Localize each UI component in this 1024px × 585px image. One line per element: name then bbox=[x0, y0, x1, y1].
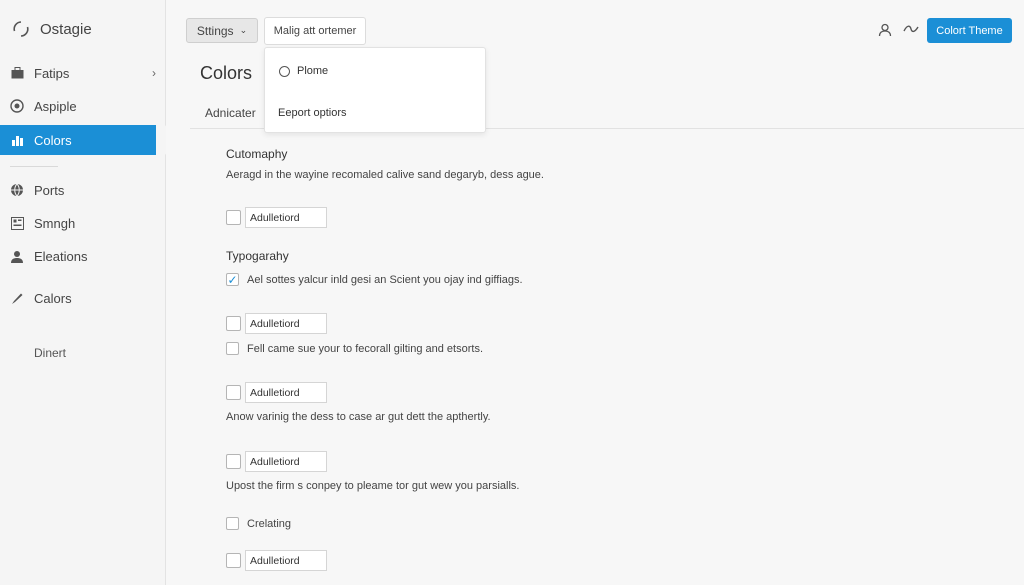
sidebar-item-label: Smngh bbox=[34, 215, 76, 231]
checkbox[interactable] bbox=[226, 553, 241, 568]
logo-icon bbox=[13, 21, 29, 37]
globe-icon bbox=[10, 183, 24, 197]
activity-icon[interactable] bbox=[903, 23, 919, 35]
text-field[interactable]: Adulletiord bbox=[245, 550, 327, 571]
users-icon bbox=[10, 249, 24, 263]
options-dropdown[interactable]: Malig att ortemer bbox=[264, 17, 366, 45]
dropdown-menu: Plome Eeport optiors bbox=[264, 47, 486, 133]
dropdown-label: Malig att ortemer bbox=[273, 25, 357, 37]
option-label: Crelating bbox=[247, 517, 292, 530]
text-field[interactable]: Adulletiord bbox=[245, 382, 327, 403]
chevron-right-icon: › bbox=[152, 66, 156, 80]
menu-item-label: Eeport optiors bbox=[278, 107, 347, 119]
customization-field-row: Adulletiord bbox=[226, 207, 327, 228]
sidebar-item-label: Ports bbox=[34, 182, 65, 198]
typography-checked-option: ✓ Ael sottes yalcur inld gesi an Scient … bbox=[226, 273, 523, 287]
checkbox[interactable] bbox=[226, 210, 241, 225]
text-field[interactable]: Adulletiord bbox=[245, 207, 327, 228]
sidebar-item-ports[interactable]: Ports bbox=[0, 175, 166, 205]
page-title: Colors bbox=[200, 63, 253, 83]
sidebar-item-label: Calors bbox=[34, 290, 72, 306]
app-brand[interactable]: Ostagie bbox=[12, 20, 92, 38]
app-title: Ostagie bbox=[40, 20, 92, 38]
sidebar-item-label: Colors bbox=[34, 132, 72, 148]
typography-description-2: Anow varinig the dess to case ar gut det… bbox=[226, 411, 491, 423]
text-field[interactable]: Adulletiord bbox=[245, 313, 327, 334]
typography-option-3: Crelating bbox=[226, 517, 291, 530]
radio-icon[interactable] bbox=[279, 65, 290, 77]
bar-chart-icon bbox=[10, 133, 24, 147]
sidebar-item-label: Eleations bbox=[34, 248, 88, 264]
checkbox[interactable] bbox=[226, 385, 241, 400]
color-theme-button[interactable]: Colort Theme bbox=[927, 18, 1012, 43]
checkbox[interactable] bbox=[226, 454, 241, 469]
typography-field-row-2: Adulletiord bbox=[226, 382, 327, 403]
typography-option-2: Fell came sue your to fecorall gilting a… bbox=[226, 342, 483, 355]
sidebar-item-label: Aspiple bbox=[34, 98, 77, 114]
user-icon[interactable] bbox=[878, 23, 892, 37]
menu-item-plome[interactable]: Plome bbox=[279, 65, 328, 77]
sidebar-item-smngh[interactable]: Smngh bbox=[0, 208, 166, 238]
sidebar-item-aspiple[interactable]: Aspiple bbox=[0, 91, 166, 121]
typography-field-row-4: Adulletiord bbox=[226, 550, 327, 571]
typography-field-row-3: Adulletiord bbox=[226, 451, 327, 472]
section-heading-customization: Cutomaphy bbox=[226, 147, 288, 161]
target-icon bbox=[10, 99, 24, 113]
sidebar-item-eleations[interactable]: Eleations bbox=[0, 241, 166, 271]
option-label: Fell came sue your to fecorall gilting a… bbox=[247, 342, 484, 355]
checkbox[interactable] bbox=[226, 316, 241, 331]
sidebar-item-label: Fatips bbox=[34, 65, 70, 81]
typography-field-row-1: Adulletiord bbox=[226, 313, 327, 334]
sidebar-item-colors[interactable]: Colors bbox=[0, 125, 166, 155]
menu-item-export-options[interactable]: Eeport optiors bbox=[278, 107, 346, 119]
option-label: Ael sottes yalcur inld gesi an Scient yo… bbox=[247, 273, 523, 286]
chevron-down-icon: ⌄ bbox=[239, 25, 248, 35]
checkbox-checked[interactable]: ✓ bbox=[226, 273, 239, 287]
settings-dropdown-button[interactable]: Sttings ⌄ bbox=[186, 18, 258, 43]
sidebar: Ostagie Fatips › Aspiple Colors Ports Sm… bbox=[0, 0, 166, 585]
typography-description-3: Upost the firm s conpey to pleame tor gu… bbox=[226, 480, 520, 492]
divider bbox=[10, 166, 58, 167]
sidebar-footer-label[interactable]: Dinert bbox=[34, 346, 66, 360]
sidebar-item-calors[interactable]: Calors bbox=[0, 283, 166, 313]
pen-icon bbox=[10, 291, 24, 305]
settings-label: Sttings bbox=[196, 23, 234, 38]
sidebar-item-fatips[interactable]: Fatips › bbox=[0, 58, 166, 88]
briefcase-icon bbox=[10, 66, 24, 80]
checkbox[interactable] bbox=[226, 342, 239, 355]
section-heading-typography: Typogarahy bbox=[226, 249, 289, 263]
menu-item-label: Plome bbox=[297, 65, 329, 77]
checkbox[interactable] bbox=[226, 517, 239, 530]
text-field[interactable]: Adulletiord bbox=[245, 451, 327, 472]
layout-icon bbox=[10, 216, 24, 230]
customization-description: Aeragd in the wayine recomaled calive sa… bbox=[226, 169, 544, 181]
tab-adnicater[interactable]: Adnicater bbox=[205, 106, 256, 120]
